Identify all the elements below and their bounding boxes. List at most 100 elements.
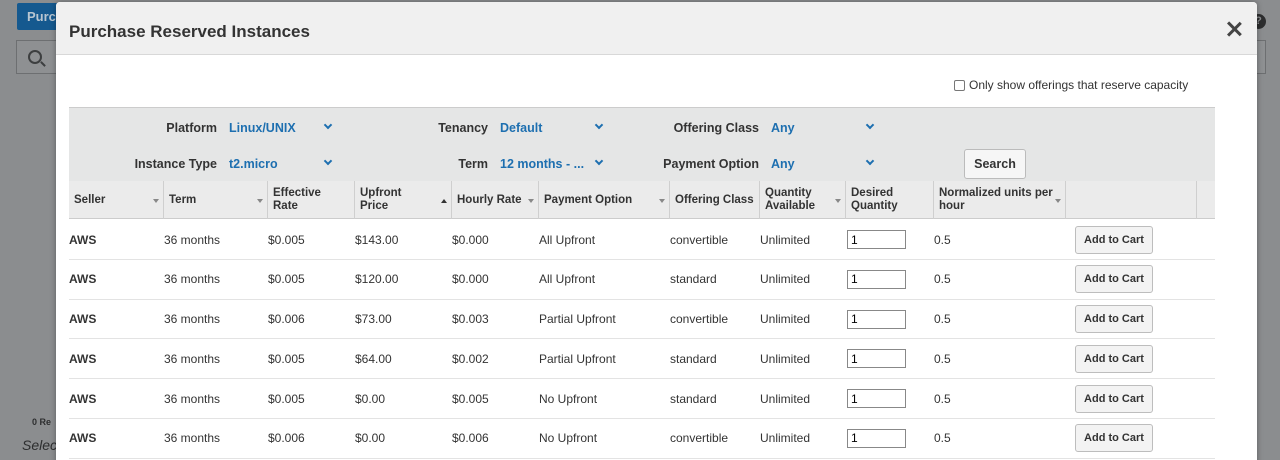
upfront-price-cell: $73.00 bbox=[355, 312, 392, 327]
upfront-price-cell: $0.00 bbox=[355, 391, 386, 406]
effective-rate-cell: $0.006 bbox=[268, 431, 305, 446]
column-header-term[interactable]: Term bbox=[164, 181, 268, 219]
desired-quantity-input[interactable] bbox=[847, 230, 906, 249]
hourly-rate-cell: $0.003 bbox=[452, 312, 489, 327]
effective-rate-cell: $0.005 bbox=[268, 391, 305, 406]
normalized-units-cell: 0.5 bbox=[934, 272, 951, 287]
payment-option-cell: Partial Upfront bbox=[539, 351, 616, 366]
table-header: Seller Term Effective Rate Upfront Price… bbox=[69, 181, 1215, 219]
normalized-units-cell: 0.5 bbox=[934, 391, 951, 406]
column-header-normalized-units[interactable]: Normalized units per hour bbox=[934, 181, 1066, 219]
seller-cell: AWS bbox=[69, 431, 97, 446]
offering-class-cell: convertible bbox=[670, 312, 729, 327]
quantity-available-cell: Unlimited bbox=[760, 351, 811, 366]
offering-class-cell: convertible bbox=[670, 431, 729, 446]
sort-icon[interactable] bbox=[659, 199, 665, 203]
seller-cell: AWS bbox=[69, 351, 97, 366]
desired-quantity-input[interactable] bbox=[847, 428, 906, 448]
payment-option-label: Payment Option bbox=[663, 157, 759, 171]
sort-icon[interactable] bbox=[1055, 199, 1061, 203]
offering-class-cell: standard bbox=[670, 272, 717, 287]
reserve-capacity-checkbox[interactable] bbox=[954, 79, 965, 91]
add-to-cart-button[interactable]: Add to Cart bbox=[1075, 384, 1153, 413]
hourly-rate-cell: $0.006 bbox=[452, 431, 489, 446]
add-to-cart-button[interactable]: Add to Cart bbox=[1075, 344, 1153, 373]
table-row: AWS 36 months $0.006 $73.00 $0.003 Parti… bbox=[69, 300, 1215, 340]
effective-rate-cell: $0.006 bbox=[268, 312, 305, 327]
chevron-down-icon[interactable] bbox=[323, 120, 333, 130]
column-header-desired-quantity: Desired Quantity bbox=[846, 181, 934, 219]
normalized-units-cell: 0.5 bbox=[934, 431, 951, 446]
desired-quantity-input[interactable] bbox=[847, 349, 906, 369]
modal-title: Purchase Reserved Instances bbox=[69, 22, 310, 41]
modal-header: Purchase Reserved Instances bbox=[56, 2, 1257, 55]
term-cell: 36 months bbox=[164, 351, 221, 366]
instance-type-label: Instance Type bbox=[134, 157, 217, 171]
payment-option-cell: Partial Upfront bbox=[539, 312, 616, 327]
instance-type-select[interactable]: t2.micro bbox=[229, 157, 278, 171]
column-header-upfront-price[interactable]: Upfront Price bbox=[355, 181, 452, 219]
offering-class-label: Offering Class bbox=[673, 121, 759, 135]
column-header-effective-rate[interactable]: Effective Rate bbox=[268, 181, 355, 219]
hourly-rate-cell: $0.000 bbox=[452, 232, 489, 247]
quantity-available-cell: Unlimited bbox=[760, 391, 811, 406]
chevron-down-icon[interactable] bbox=[865, 156, 875, 166]
quantity-available-cell: Unlimited bbox=[760, 312, 811, 327]
hourly-rate-cell: $0.000 bbox=[452, 272, 489, 287]
payment-option-cell: No Upfront bbox=[539, 431, 598, 446]
seller-cell: AWS bbox=[69, 391, 97, 406]
add-to-cart-button[interactable]: Add to Cart bbox=[1075, 305, 1153, 334]
sort-icon[interactable] bbox=[153, 199, 159, 203]
column-header-seller[interactable]: Seller bbox=[69, 181, 164, 219]
sort-icon[interactable] bbox=[528, 199, 534, 203]
table-row: AWS 36 months $0.005 $120.00 $0.000 All … bbox=[69, 260, 1215, 300]
background-count: 0 Re bbox=[32, 417, 52, 427]
desired-quantity-input[interactable] bbox=[847, 309, 906, 329]
seller-cell: AWS bbox=[69, 312, 97, 327]
column-header-quantity-available[interactable]: Quantity Available bbox=[760, 181, 846, 219]
desired-quantity-input[interactable] bbox=[847, 389, 906, 409]
term-cell: 36 months bbox=[164, 232, 221, 247]
chevron-down-icon[interactable] bbox=[865, 120, 875, 130]
tenancy-select[interactable]: Default bbox=[500, 121, 542, 135]
upfront-price-cell: $64.00 bbox=[355, 351, 392, 366]
table-row: AWS 36 months $0.005 $64.00 $0.002 Parti… bbox=[69, 339, 1215, 380]
payment-option-cell: All Upfront bbox=[539, 272, 596, 287]
offering-class-cell: standard bbox=[670, 391, 717, 406]
platform-select[interactable]: Linux/UNIX bbox=[229, 121, 296, 135]
term-label: Term bbox=[458, 157, 488, 171]
term-cell: 36 months bbox=[164, 391, 221, 406]
quantity-available-cell: Unlimited bbox=[760, 431, 811, 446]
chevron-down-icon[interactable] bbox=[323, 156, 333, 166]
payment-option-cell: No Upfront bbox=[539, 391, 598, 406]
background-select-text: Selec bbox=[22, 437, 58, 453]
search-button[interactable]: Search bbox=[964, 149, 1026, 179]
add-to-cart-button[interactable]: Add to Cart bbox=[1075, 265, 1153, 294]
offering-class-cell: convertible bbox=[670, 232, 729, 247]
add-to-cart-button[interactable]: Add to Cart bbox=[1075, 424, 1153, 453]
payment-option-select[interactable]: Any bbox=[771, 157, 795, 171]
reserve-capacity-option[interactable]: Only show offerings that reserve capacit… bbox=[954, 78, 1188, 92]
offering-class-cell: standard bbox=[670, 351, 717, 366]
reserve-capacity-label: Only show offerings that reserve capacit… bbox=[969, 78, 1189, 92]
column-header-hourly-rate[interactable]: Hourly Rate bbox=[452, 181, 539, 219]
desired-quantity-input[interactable] bbox=[847, 269, 906, 289]
column-header-payment-option[interactable]: Payment Option bbox=[539, 181, 670, 219]
offering-class-select[interactable]: Any bbox=[771, 121, 795, 135]
tenancy-label: Tenancy bbox=[438, 121, 488, 135]
sort-icon[interactable] bbox=[835, 199, 841, 203]
sort-icon[interactable] bbox=[441, 199, 447, 203]
sort-icon[interactable] bbox=[257, 199, 263, 203]
term-select[interactable]: 12 months - ... bbox=[500, 157, 584, 171]
purchase-modal: Purchase Reserved Instances Only show of… bbox=[56, 2, 1257, 460]
term-cell: 36 months bbox=[164, 312, 221, 327]
add-to-cart-button[interactable]: Add to Cart bbox=[1075, 225, 1153, 254]
close-icon[interactable] bbox=[1225, 20, 1243, 38]
payment-option-cell: All Upfront bbox=[539, 232, 596, 247]
normalized-units-cell: 0.5 bbox=[934, 312, 951, 327]
search-icon bbox=[28, 50, 42, 64]
chevron-down-icon[interactable] bbox=[594, 120, 604, 130]
column-header-offering-class[interactable]: Offering Class bbox=[670, 181, 760, 219]
chevron-down-icon[interactable] bbox=[594, 156, 604, 166]
seller-cell: AWS bbox=[69, 272, 97, 287]
